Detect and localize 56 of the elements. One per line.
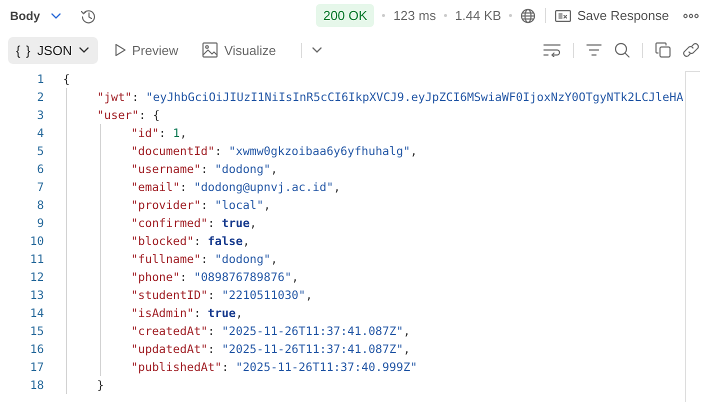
view-tab[interactable]: Visualize [194, 36, 284, 64]
code-line: "isAdmin": true, [131, 305, 244, 322]
filter-icon[interactable] [586, 43, 602, 57]
code-line: "updatedAt": "2025-11-26T11:37:41.087Z", [131, 341, 412, 358]
line-number: 16 [29, 341, 44, 358]
view-tab[interactable]: Preview [106, 36, 186, 64]
code-line: "phone": "089876789876", [131, 269, 300, 286]
line-number: 18 [29, 377, 44, 394]
code-line: "user": { [97, 107, 161, 124]
scrollbar[interactable] [685, 71, 700, 402]
code-line: "createdAt": "2025-11-26T11:37:41.087Z", [131, 323, 412, 340]
response-time: 123 ms [393, 8, 436, 23]
line-number: 5 [36, 143, 44, 160]
more-icon[interactable] [683, 12, 699, 18]
line-number: 8 [36, 197, 44, 214]
section-label: Body [10, 8, 40, 22]
line-number: 14 [29, 305, 44, 322]
line-number: 17 [29, 359, 44, 376]
view-tab[interactable]: { } JSON [8, 36, 98, 64]
code-line: "jwt": "eyJhbGciOiJIUzI1NiIsInR5cCI6IkpXVCJ9.eyJpZCI6MSwiaWF0IjoxNzY0OTgyNTk2LCJleHA [97, 89, 683, 106]
history-icon[interactable] [80, 8, 96, 24]
line-number: 13 [29, 287, 44, 304]
line-number: 7 [36, 179, 44, 196]
code-line: "username": "dodong", [131, 161, 279, 178]
globe-icon[interactable] [520, 8, 536, 24]
code-line: "confirmed": true, [131, 215, 258, 232]
status-badge: 200 OK [316, 4, 374, 27]
line-number: 6 [36, 161, 44, 178]
code-line: "fullname": "dodong", [131, 251, 279, 268]
image-icon [202, 42, 218, 58]
line-number: 12 [29, 269, 44, 286]
line-number: 1 [36, 71, 44, 88]
search-icon[interactable] [614, 42, 630, 58]
response-size: 1.44 KB [454, 8, 502, 23]
code-line: "studentID": "2210511030", [131, 287, 314, 304]
code-line: { [63, 71, 71, 88]
line-number: 10 [29, 233, 44, 250]
code-line: "email": "dodong@upnvj.ac.id", [131, 179, 342, 196]
link-icon[interactable] [683, 42, 699, 58]
line-number: 9 [36, 215, 44, 232]
code-line: } [97, 377, 105, 394]
wrap-icon[interactable] [543, 43, 561, 57]
line-number: 3 [36, 107, 44, 124]
code-line: "publishedAt": "2025-11-26T11:37:40.999Z" [131, 359, 418, 376]
code-line: "provider": "local", [131, 197, 272, 214]
line-number: 15 [29, 323, 44, 340]
code-line: "blocked": false, [131, 233, 251, 250]
line-number: 4 [36, 125, 44, 142]
line-number: 2 [36, 89, 44, 106]
example-icon [555, 10, 572, 22]
code-line: "id": 1, [131, 125, 188, 142]
code-line: "documentId": "xwmw0gkzoibaa6y6yfhuhalg", [131, 143, 418, 160]
save-response-button[interactable]: Save Response [555, 8, 669, 23]
line-number: 11 [29, 251, 44, 268]
play-icon [114, 43, 126, 57]
copy-icon[interactable] [655, 42, 671, 58]
